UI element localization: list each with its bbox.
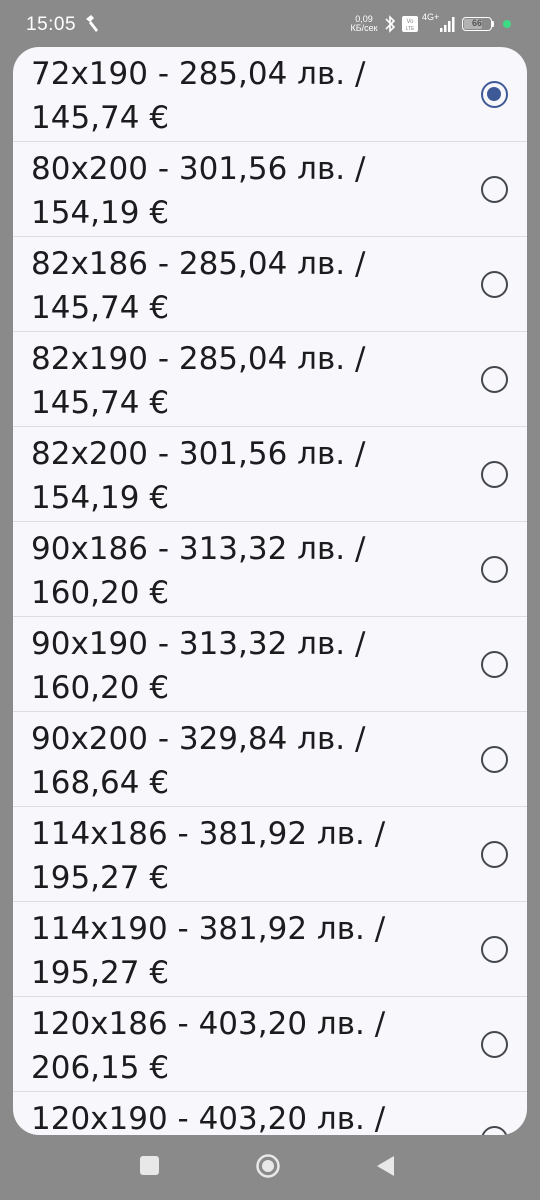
battery-level: 66 [471,18,482,28]
radio-button[interactable] [481,366,508,393]
size-option-label: 120x186 - 403,20 лв. / 206,15 € [31,1006,386,1086]
size-option[interactable]: 120x186 - 403,20 лв. / 206,15 € [13,997,527,1092]
radio-button[interactable] [481,651,508,678]
size-option[interactable]: 82x200 - 301,56 лв. / 154,19 € [13,427,527,522]
size-option[interactable]: 114x190 - 381,92 лв. / 195,27 € [13,902,527,997]
size-option[interactable]: 90x200 - 329,84 лв. / 168,64 € [13,712,527,807]
size-option[interactable]: 80x200 - 301,56 лв. / 154,19 € [13,142,527,237]
battery-tip [492,21,494,27]
radio-button[interactable] [481,176,508,203]
radio-button[interactable] [481,746,508,773]
size-option[interactable]: 72x190 - 285,04 лв. / 145,74 € [13,47,527,142]
battery-icon: 66 [462,17,492,31]
tools-icon [86,15,98,32]
size-option-label: 90x186 - 313,32 лв. / 160,20 € [31,531,366,611]
size-option-label: 82x190 - 285,04 лв. / 145,74 € [31,341,366,421]
radio-button[interactable] [481,936,508,963]
radio-button[interactable] [481,461,508,488]
radio-button[interactable] [481,1126,508,1135]
svg-text:Vo: Vo [406,19,414,25]
network-speed: 0,09 КБ/сек [347,15,381,33]
size-option[interactable]: 120x190 - 403,20 лв. / [13,1092,527,1135]
radio-button[interactable] [481,841,508,868]
size-option-label: 90x200 - 329,84 лв. / 168,64 € [31,721,366,801]
back-button[interactable] [374,1153,396,1179]
size-option-label: 120x190 - 403,20 лв. / [31,1101,386,1135]
radio-button[interactable] [481,556,508,583]
svg-text:LTE: LTE [406,26,415,32]
recents-button[interactable] [140,1156,159,1175]
signal-icon [440,17,455,32]
network-speed-unit: КБ/сек [350,23,378,33]
radio-dot [487,87,501,101]
size-option[interactable]: 90x190 - 313,32 лв. / 160,20 € [13,617,527,712]
size-option-label: 90x190 - 313,32 лв. / 160,20 € [31,626,366,706]
size-option-label: 82x186 - 285,04 лв. / 145,74 € [31,246,366,326]
network-type: 4G+ [422,12,440,22]
size-options-list: 72x190 - 285,04 лв. / 145,74 € 80x200 - 3… [13,47,527,1135]
size-option[interactable]: 82x186 - 285,04 лв. / 145,74 € [13,237,527,332]
size-option-label: 114x190 - 381,92 лв. / 195,27 € [31,911,386,991]
size-option-label: 114x186 - 381,92 лв. / 195,27 € [31,816,386,896]
size-option-label: 82x200 - 301,56 лв. / 154,19 € [31,436,366,516]
home-button[interactable] [255,1153,281,1179]
radio-button-selected[interactable] [481,81,508,108]
radio-button[interactable] [481,1031,508,1058]
status-bar: 15:05 0,09 КБ/сек Vo LTE 4G+ 66 [0,0,540,48]
size-option[interactable]: 114x186 - 381,92 лв. / 195,27 € [13,807,527,902]
size-options-dialog: 72x190 - 285,04 лв. / 145,74 € 80x200 - 3… [13,47,527,1135]
size-option-label: 72x190 - 285,04 лв. / 145,74 € [31,56,366,136]
size-option-label: 80x200 - 301,56 лв. / 154,19 € [31,151,366,231]
privacy-indicator-dot [503,20,511,28]
navigation-bar [0,1135,540,1200]
status-time: 15:05 [26,14,77,35]
volte-icon: Vo LTE [402,16,418,32]
bluetooth-icon [385,15,396,33]
size-option[interactable]: 90x186 - 313,32 лв. / 160,20 € [13,522,527,617]
radio-button[interactable] [481,271,508,298]
size-option[interactable]: 82x190 - 285,04 лв. / 145,74 € [13,332,527,427]
